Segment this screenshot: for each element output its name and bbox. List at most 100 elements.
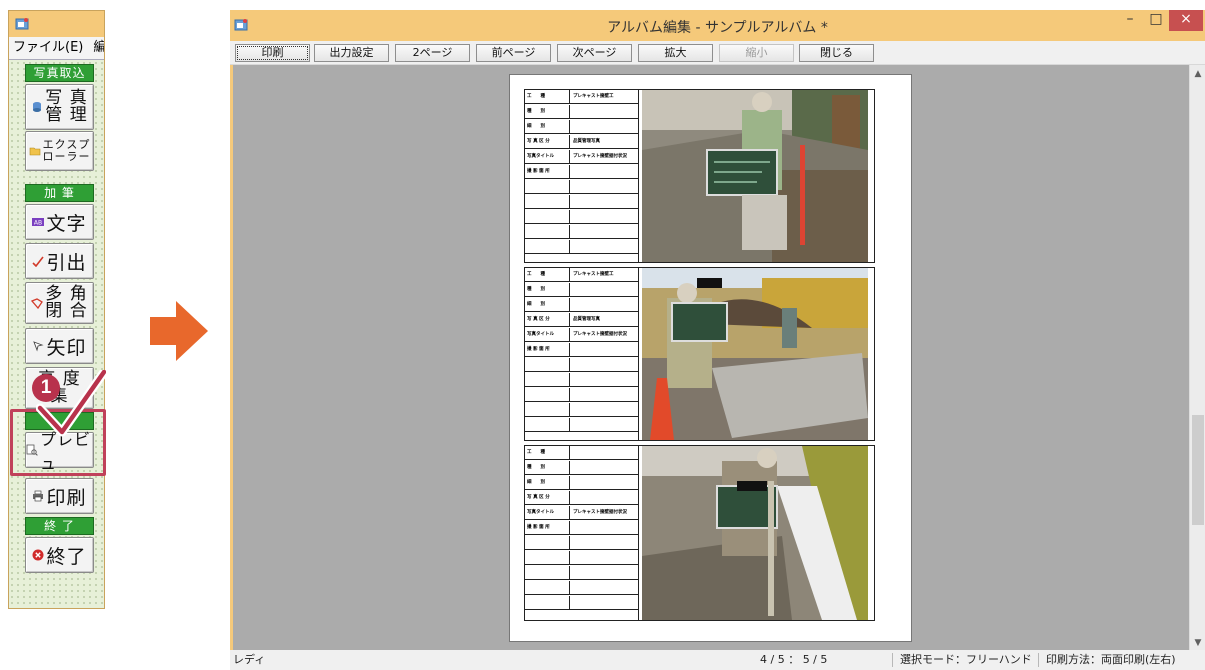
table-row (525, 581, 638, 595)
field-value: プレキャスト擁壁据付状況 (573, 510, 627, 515)
two-page-button[interactable]: 2ページ (395, 44, 470, 62)
maximize-button[interactable]: □ (1143, 10, 1169, 31)
field-value (571, 343, 638, 357)
next-step-arrow-icon (150, 301, 208, 361)
field-value (571, 491, 638, 505)
field-value: 品質管理写真 (573, 317, 600, 322)
field-value (571, 521, 638, 535)
table-row: 写 真 区 分 (525, 491, 638, 505)
table-row (525, 358, 638, 372)
output-settings-button[interactable]: 出力設定 (314, 44, 389, 62)
site-photo (642, 446, 868, 620)
album-edit-window: アルバム編集 - サンプルアルバム * – □ × 印刷 出力設定 2ページ 前… (230, 10, 1205, 670)
window-title: アルバム編集 - サンプルアルバム * (607, 20, 828, 36)
prev-page-button[interactable]: 前ページ (476, 44, 551, 62)
field-key (525, 210, 570, 224)
polygon-icon (31, 298, 44, 309)
quit-label: 終了 (46, 545, 87, 568)
table-row (525, 180, 638, 194)
field-value (571, 536, 638, 550)
field-key: 細 別 (525, 120, 570, 134)
scrollbar-thumb[interactable] (1192, 415, 1204, 525)
text-tool-button[interactable]: AB 文字 (25, 204, 94, 240)
zoom-in-button[interactable]: 拡大 (638, 44, 713, 62)
status-page-info: 4 / 5 ： 5 / 5 (760, 653, 828, 666)
minimize-button[interactable]: – (1117, 10, 1143, 31)
field-key (525, 373, 570, 387)
field-key: 写 真 区 分 (525, 313, 570, 327)
field-key: 細 別 (525, 476, 570, 490)
polygon-tool-button[interactable]: 多 角閉 合 (25, 282, 94, 324)
field-key (525, 225, 570, 239)
print-toolbar-button[interactable]: 印刷 (235, 44, 310, 62)
table-row: 工 種プレキャスト擁壁工 (525, 268, 638, 282)
field-key (525, 403, 570, 417)
album-record: 工 種プレキャスト擁壁工 種 別 細 別 写 真 区 分品質管理写真 写真タイト… (524, 267, 875, 441)
print-button[interactable]: 印刷 (25, 478, 94, 514)
leader-tool-button[interactable]: 引出 (25, 243, 94, 279)
menu-file[interactable]: ファイル(E) (13, 40, 83, 55)
folder-icon (29, 147, 40, 156)
album-page: 工 種プレキャスト擁壁工 種 別 細 別 写 真 区 分品質管理写真 写真タイト… (509, 74, 912, 642)
field-key (525, 536, 570, 550)
table-row: 工 種プレキャスト擁壁工 (525, 90, 638, 104)
field-key (525, 240, 570, 254)
field-key: 写真タイトル (525, 328, 570, 342)
close-button[interactable]: × (1169, 10, 1203, 31)
field-key: 種 別 (525, 105, 570, 119)
label-line: 管 理 (45, 105, 88, 125)
arrow-pointer-icon (33, 341, 44, 352)
field-key: 工 種 (525, 90, 570, 104)
screenshot-root: ファイル(E) 編 写真取込 写 真管 理 エクスプローラー 加 筆 AB 文字 … (0, 0, 1205, 670)
preview-toolbar: 印刷 出力設定 2ページ 前ページ 次ページ 拡大 縮小 閉じる (230, 41, 1205, 65)
field-value (571, 358, 638, 372)
table-row (525, 418, 638, 432)
field-value (571, 596, 638, 610)
database-icon (33, 102, 42, 112)
field-key (525, 596, 570, 610)
main-window-left-panel: ファイル(E) 編 写真取込 写 真管 理 エクスプローラー 加 筆 AB 文字 … (8, 10, 105, 609)
table-row: 種 別 (525, 461, 638, 475)
field-value: プレキャスト擁壁据付状況 (573, 154, 627, 159)
menu-edit[interactable]: 編 (93, 40, 104, 55)
field-value (571, 283, 638, 297)
scroll-up-icon[interactable]: ▲ (1190, 69, 1205, 79)
quit-button[interactable]: 終了 (25, 537, 94, 573)
print-label: 印刷 (46, 486, 87, 509)
field-key (525, 180, 570, 194)
field-key: 工 種 (525, 446, 570, 460)
status-bar: レディ 4 / 5 ： 5 / 5 選択モード：フリーハンド 印刷方法：両面印刷… (230, 650, 1205, 670)
explorer-button[interactable]: エクスプ ローラー (25, 131, 94, 171)
vertical-scrollbar[interactable]: ▲ ▼ (1189, 65, 1205, 650)
arrow-tool-button[interactable]: 矢印 (25, 328, 94, 364)
table-row (525, 388, 638, 402)
photo-management-button[interactable]: 写 真管 理 (25, 84, 94, 130)
text-tool-label: 文字 (46, 212, 87, 235)
album-record: 工 種 種 別 細 別 写 真 区 分 写真タイトル プレキャスト擁壁据付状況 撮… (524, 445, 875, 621)
field-value (571, 476, 638, 490)
field-value (571, 240, 638, 254)
polygon-tool-label: 多 角閉 合 (45, 286, 87, 320)
table-row: 撮 影 箇 所 (525, 165, 638, 179)
status-separator (1038, 653, 1039, 667)
field-value (571, 225, 638, 239)
scroll-down-icon[interactable]: ▼ (1190, 638, 1205, 648)
table-row (525, 240, 638, 254)
field-key (525, 358, 570, 372)
site-photo (642, 268, 868, 440)
table-row: 写 真 区 分品質管理写真 (525, 135, 638, 149)
field-value (571, 551, 638, 565)
field-value (571, 461, 638, 475)
zoom-out-button[interactable]: 縮小 (719, 44, 794, 62)
field-value: 品質管理写真 (573, 139, 600, 144)
field-value: プレキャスト擁壁据付状況 (573, 332, 627, 337)
table-row: 細 別 (525, 476, 638, 490)
table-row (525, 596, 638, 610)
app-icon (15, 18, 29, 30)
next-page-button[interactable]: 次ページ (557, 44, 632, 62)
field-value (571, 403, 638, 417)
tool-panel: 写真取込 写 真管 理 エクスプ ローラー 加 筆 AB 文字 引出 多 角閉 合 (9, 59, 104, 608)
table-row: 撮 影 箇 所 (525, 343, 638, 357)
close-preview-button[interactable]: 閉じる (799, 44, 874, 62)
group-photo-import: 写真取込 (25, 64, 94, 82)
